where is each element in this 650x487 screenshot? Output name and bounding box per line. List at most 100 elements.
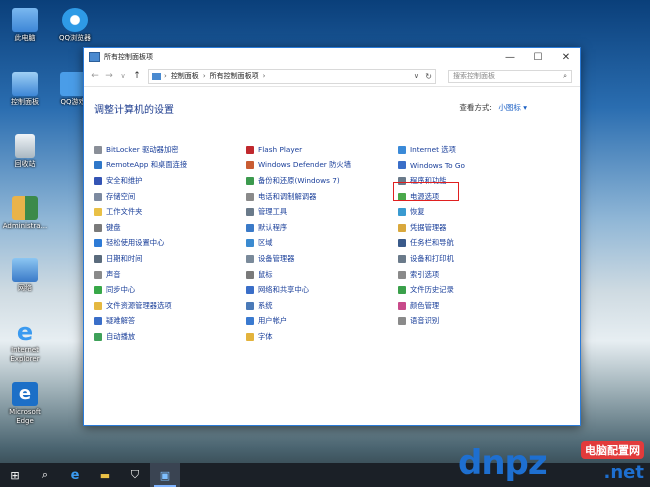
desktop-icon-network[interactable]: 网络 — [2, 258, 48, 293]
control-panel-item[interactable]: BitLocker 驱动器加密 — [94, 142, 187, 158]
taskbar-search-icon[interactable]: ⌕ — [30, 463, 60, 487]
desktop-icon-control-panel[interactable]: 控制面板 — [2, 72, 48, 107]
control-panel-item[interactable]: 鼠标 — [246, 267, 351, 283]
item-label: 用户帐户 — [258, 316, 288, 326]
control-panel-item[interactable]: 网络和共享中心 — [246, 282, 351, 298]
control-panel-item[interactable]: 疑难解答 — [94, 314, 187, 330]
title-bar[interactable]: 所有控制面板项 — ☐ ✕ — [84, 48, 580, 66]
control-panel-item[interactable]: 字体 — [246, 329, 351, 345]
taskbar-edge-icon[interactable]: e — [60, 463, 90, 487]
forward-button[interactable]: → — [102, 71, 116, 81]
desktop-icon-qq-browser[interactable]: QQ浏览器 — [52, 8, 98, 43]
items-column-3: Internet 选项 Windows To Go 程序和功能 电源选项 恢复 凭据管理器… — [398, 142, 465, 329]
control-panel-item[interactable]: 轻松使用设置中心 — [94, 236, 187, 252]
control-panel-item[interactable]: Flash Player — [246, 142, 351, 158]
control-panel-item[interactable]: 电话和调制解调器 — [246, 189, 351, 205]
control-panel-item[interactable]: 文件资源管理器选项 — [94, 298, 187, 314]
control-panel-item[interactable]: 用户帐户 — [246, 314, 351, 330]
item-label: 管理工具 — [258, 207, 288, 217]
search-input[interactable]: 搜索控制面板 ⌕ — [448, 69, 572, 83]
item-label: 颜色管理 — [410, 300, 440, 310]
control-panel-item[interactable]: 文件历史记录 — [398, 282, 465, 298]
control-panel-item[interactable]: 工作文件夹 — [94, 204, 187, 220]
watermark-net: .net — [603, 462, 644, 483]
control-panel-item[interactable]: 设备管理器 — [246, 251, 351, 267]
close-button[interactable]: ✕ — [552, 48, 580, 66]
recent-locations-button[interactable]: ∨ — [116, 72, 130, 80]
item-label: 区域 — [258, 238, 273, 248]
control-panel-item[interactable]: 颜色管理 — [398, 298, 465, 314]
item-icon — [94, 317, 102, 326]
up-button[interactable]: ↑ — [130, 71, 144, 81]
item-icon — [398, 270, 406, 279]
maximize-button[interactable]: ☐ — [524, 48, 552, 66]
control-panel-item[interactable]: 任务栏和导航 — [398, 236, 465, 252]
watermark-cn: 电脑配置网 — [581, 441, 644, 459]
desktop-icon-edge[interactable]: e Microsoft Edge — [2, 382, 48, 426]
control-panel-item[interactable]: 凭据管理器 — [398, 220, 465, 236]
control-panel-item[interactable]: 系统 — [246, 298, 351, 314]
control-panel-item[interactable]: 语音识别 — [398, 314, 465, 330]
item-label: 存储空间 — [106, 191, 136, 201]
control-panel-item[interactable]: 区域 — [246, 236, 351, 252]
item-icon — [398, 254, 406, 263]
breadcrumb[interactable]: › 控制面板 › 所有控制面板项 › ∨ ↻ — [148, 68, 436, 84]
control-panel-item[interactable]: 同步中心 — [94, 282, 187, 298]
item-label: Internet 选项 — [410, 144, 456, 154]
item-label: 网络和共享中心 — [258, 285, 310, 295]
taskbar-store-icon[interactable]: ⛉ — [120, 463, 150, 487]
view-by-dropdown[interactable]: 小图标 ▾ — [498, 103, 527, 112]
control-panel-item[interactable]: Windows Defender 防火墙 — [246, 158, 351, 174]
power-options-highlight — [393, 182, 459, 201]
control-panel-item[interactable]: RemoteApp 和桌面连接 — [94, 158, 187, 174]
desktop-icon-internet-explorer[interactable]: e Internet Explorer — [2, 320, 48, 364]
item-icon — [94, 301, 102, 310]
item-icon — [246, 286, 254, 295]
taskbar-control-panel-icon[interactable]: ▣ — [150, 463, 180, 487]
control-panel-item[interactable]: 设备和打印机 — [398, 251, 465, 267]
breadcrumb-all-items[interactable]: 所有控制面板项 — [210, 71, 259, 81]
view-by: 查看方式: 小图标 ▾ — [459, 102, 527, 113]
back-button[interactable]: ← — [88, 71, 102, 81]
item-icon — [398, 301, 406, 310]
item-label: 鼠标 — [258, 269, 273, 279]
control-panel-item[interactable]: 管理工具 — [246, 204, 351, 220]
network-icon — [12, 258, 38, 282]
item-icon — [94, 270, 102, 279]
control-panel-item[interactable]: 索引选项 — [398, 267, 465, 283]
desktop-icon-administrator[interactable]: Administra... — [2, 196, 48, 231]
control-panel-item[interactable]: 声音 — [94, 267, 187, 283]
address-dropdown-button[interactable]: ∨ — [414, 72, 419, 80]
item-label: BitLocker 驱动器加密 — [106, 144, 179, 154]
item-icon — [246, 239, 254, 248]
control-panel-item[interactable]: 自动播放 — [94, 329, 187, 345]
internet-explorer-icon: e — [16, 318, 34, 346]
control-panel-item[interactable]: 备份和还原(Windows 7) — [246, 173, 351, 189]
taskbar-file-explorer-icon[interactable]: ▬ — [90, 463, 120, 487]
control-panel-item[interactable]: Windows To Go — [398, 158, 465, 174]
control-panel-item[interactable]: 安全和维护 — [94, 173, 187, 189]
item-label: RemoteApp 和桌面连接 — [106, 160, 188, 170]
item-label: 恢复 — [410, 207, 425, 217]
item-label: 语音识别 — [410, 316, 440, 326]
minimize-button[interactable]: — — [496, 48, 524, 66]
item-label: 系统 — [258, 300, 273, 310]
control-panel-item[interactable]: 存储空间 — [94, 189, 187, 205]
item-icon — [246, 208, 254, 217]
item-icon — [398, 208, 406, 217]
control-panel-item[interactable]: Internet 选项 — [398, 142, 465, 158]
control-panel-item[interactable]: 键盘 — [94, 220, 187, 236]
item-label: 日期和时间 — [106, 253, 143, 263]
breadcrumb-control-panel[interactable]: 控制面板 — [171, 71, 199, 81]
item-icon — [398, 317, 406, 326]
control-panel-item[interactable]: 默认程序 — [246, 220, 351, 236]
control-panel-item[interactable]: 日期和时间 — [94, 251, 187, 267]
control-panel-item[interactable]: 恢复 — [398, 204, 465, 220]
item-label: 声音 — [106, 269, 121, 279]
desktop-icon-this-pc[interactable]: 此电脑 — [2, 8, 48, 43]
desktop-icon-recycle-bin[interactable]: 回收站 — [2, 134, 48, 169]
search-placeholder: 搜索控制面板 — [453, 72, 495, 80]
start-button[interactable]: ⊞ — [0, 463, 30, 487]
item-label: 工作文件夹 — [106, 207, 143, 217]
refresh-button[interactable]: ↻ — [425, 72, 432, 81]
